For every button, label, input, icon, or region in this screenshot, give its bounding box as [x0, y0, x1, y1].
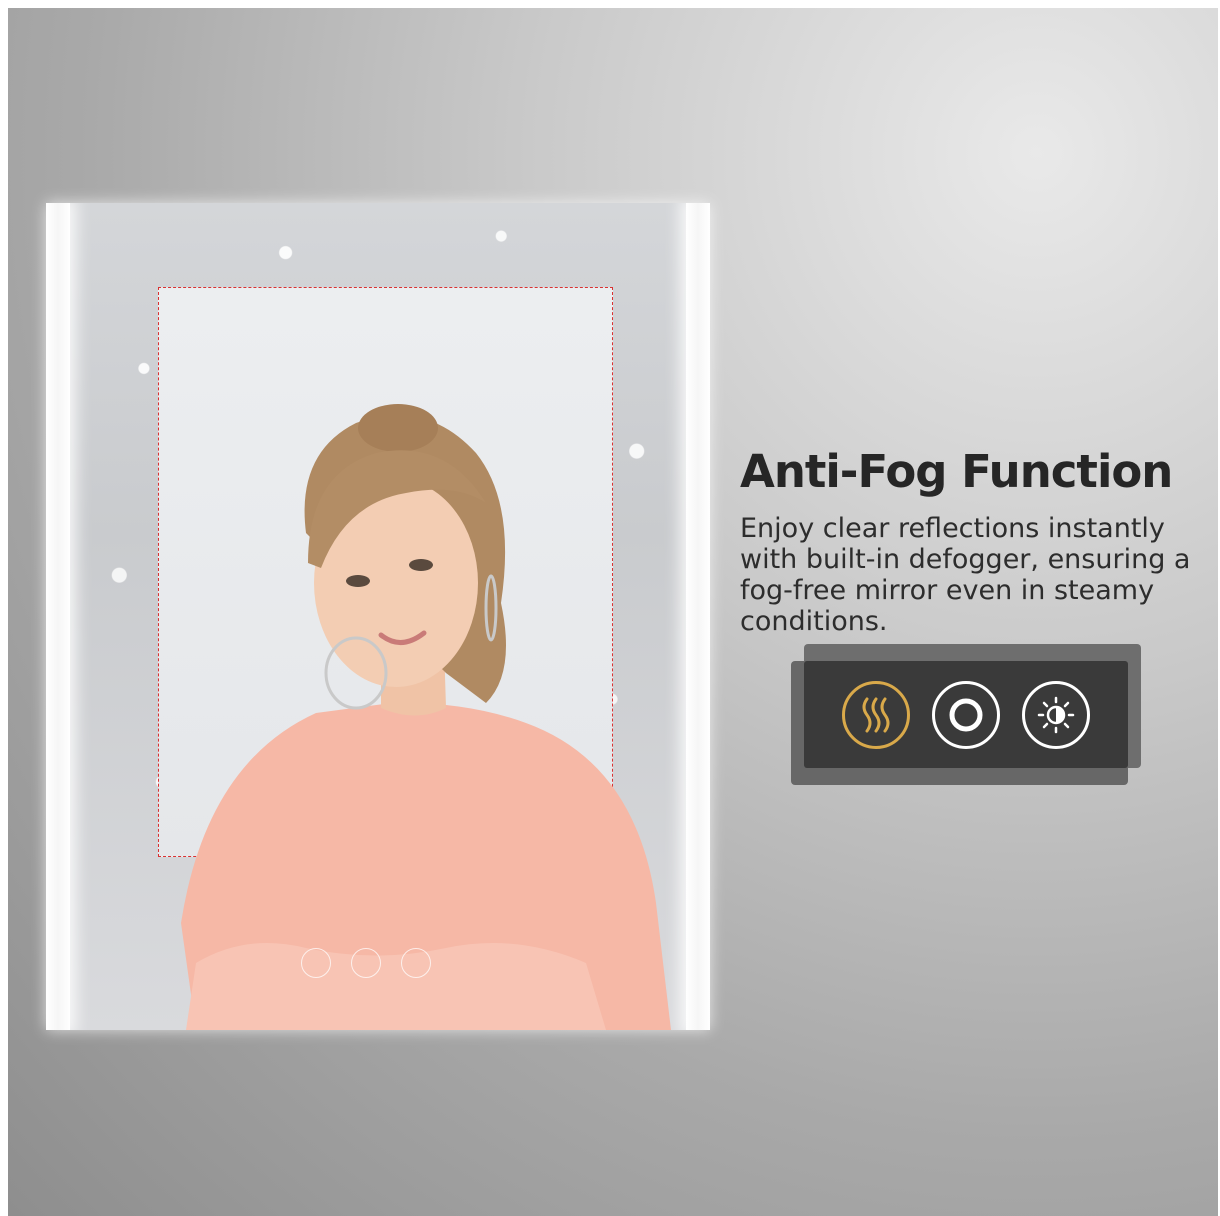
feature-description: Enjoy clear reflections instantly with b…: [740, 513, 1191, 637]
defogger-button[interactable]: [842, 680, 910, 749]
product-banner: Anti-Fog Function Enjoy clear reflection…: [8, 8, 1218, 1216]
defogger-icon: [862, 697, 890, 732]
led-mirror: [46, 203, 710, 1030]
brightness-icon: [1037, 696, 1075, 733]
mini-power-icon: [351, 948, 381, 978]
power-button[interactable]: [932, 680, 1000, 749]
mirror-touch-buttons: [301, 948, 431, 978]
touch-control-panel: [804, 661, 1128, 768]
power-icon: [949, 698, 983, 731]
brightness-button[interactable]: [1022, 680, 1090, 749]
feature-title: Anti-Fog Function: [740, 445, 1173, 498]
mini-defogger-icon: [301, 948, 331, 978]
mini-brightness-icon: [401, 948, 431, 978]
woman-reflection: [181, 404, 671, 1030]
